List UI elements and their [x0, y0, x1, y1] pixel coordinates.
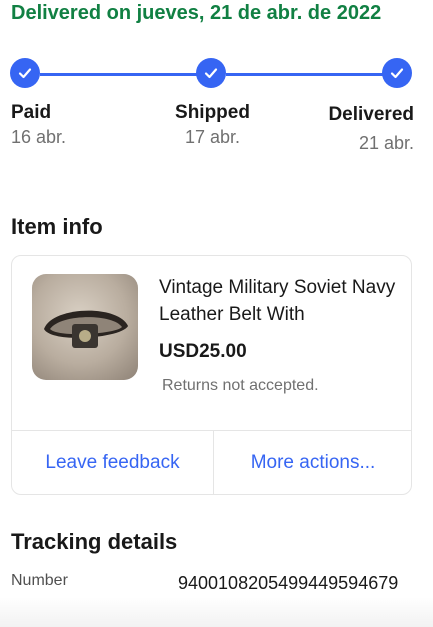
item-info-heading: Item info	[11, 214, 103, 239]
item-thumbnail[interactable]	[32, 274, 138, 380]
returns-policy: Returns not accepted.	[162, 377, 319, 394]
item-title[interactable]: Vintage Military Soviet Navy Leather Bel…	[159, 274, 399, 328]
delivery-status-headline: Delivered on jueves, 21 de abr. de 2022	[11, 2, 382, 24]
tracking-details-heading: Tracking details	[11, 529, 178, 554]
tracking-number-value[interactable]: 9400108205499449594679	[178, 570, 413, 596]
step-delivered: Delivered 21 abr.	[324, 102, 414, 156]
item-price: USD25.00	[159, 341, 247, 362]
step-shipped: Shipped 17 abr.	[150, 102, 275, 148]
step-shipped-label: Shipped	[175, 102, 250, 123]
step-paid: Paid 16 abr.	[11, 102, 66, 148]
step-delivered-date: 21 abr.	[358, 133, 414, 153]
tracking-number-label: Number	[11, 572, 68, 589]
step-delivered-check-icon	[382, 58, 412, 88]
step-paid-check-icon	[10, 58, 40, 88]
more-actions-button[interactable]: More actions...	[214, 431, 412, 495]
progress-line-1	[40, 73, 197, 76]
step-paid-date: 16 abr.	[11, 127, 67, 147]
progress-line-2	[226, 73, 383, 76]
step-shipped-check-icon	[196, 58, 226, 88]
step-shipped-date: 17 abr.	[184, 127, 241, 147]
step-delivered-label: Delivered	[328, 104, 414, 125]
leave-feedback-button[interactable]: Leave feedback	[12, 431, 213, 495]
bottom-fade-overlay	[0, 597, 433, 627]
step-paid-label: Paid	[11, 102, 52, 123]
order-progress-tracker	[0, 58, 433, 92]
item-card: Vintage Military Soviet Navy Leather Bel…	[11, 255, 412, 495]
belt-image-icon	[44, 310, 128, 348]
